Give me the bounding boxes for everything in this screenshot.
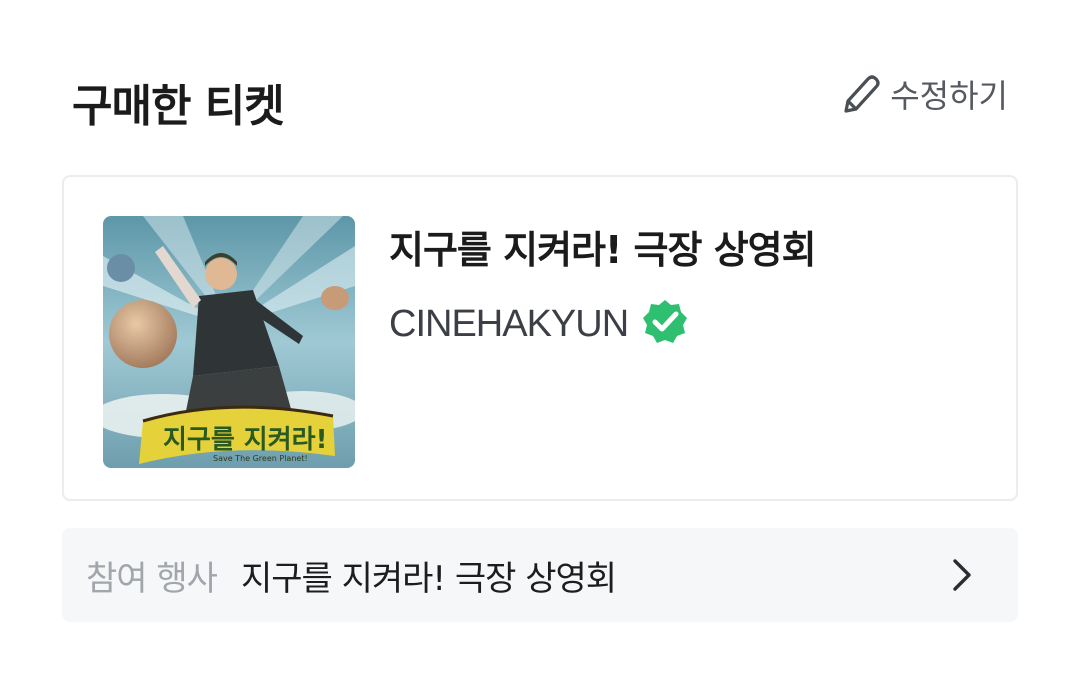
ticket-card[interactable]: 지구를 지켜라! Save The Green Planet! 지구를 지켜라!…: [62, 175, 1018, 501]
edit-label: 수정하기: [890, 77, 1008, 115]
section-header: 구매한 티켓 수정하기: [72, 70, 1008, 134]
movie-poster-image: 지구를 지켜라! Save The Green Planet!: [103, 216, 355, 468]
chevron-right-icon: [950, 557, 974, 593]
organizer-name: CINEHAKYUN: [389, 302, 629, 345]
ticket-title: 지구를 지켜라! 극장 상영회: [389, 228, 817, 272]
participated-event-row[interactable]: 참여 행사 지구를 지켜라! 극장 상영회: [62, 528, 1018, 622]
poster-subtitle-text: Save The Green Planet!: [213, 454, 308, 463]
ticket-info: 지구를 지켜라! 극장 상영회 CINEHAKYUN: [389, 223, 989, 351]
pencil-icon: [838, 71, 880, 117]
verified-check-icon: [640, 297, 690, 351]
event-label: 참여 행사: [86, 558, 218, 599]
section-title: 구매한 티켓: [72, 81, 285, 132]
organizer-row: CINEHAKYUN: [389, 297, 989, 351]
event-name: 지구를 지켜라! 극장 상영회: [240, 558, 617, 599]
edit-button[interactable]: 수정하기: [838, 71, 1008, 117]
purchased-tickets-page: 구매한 티켓 수정하기 지구를 지켜라! Save The Green Plan…: [0, 0, 1080, 682]
poster-title-text: 지구를 지켜라!: [163, 425, 327, 455]
